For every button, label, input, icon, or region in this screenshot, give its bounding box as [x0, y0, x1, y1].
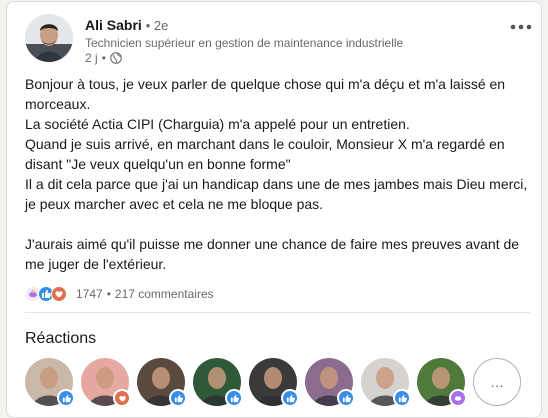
thumbs-up-icon [169, 389, 187, 407]
support-hand-icon [449, 389, 467, 407]
reactor-avatar[interactable] [305, 358, 355, 407]
reactions-title: Réactions [25, 330, 97, 347]
reactor-avatar[interactable] [81, 358, 131, 407]
post-paragraph: La société Actia CIPI (Charguia) m'a app… [25, 116, 410, 132]
thumbs-up-icon [281, 389, 299, 407]
section-divider [25, 312, 530, 313]
reactor-avatar[interactable] [249, 358, 299, 407]
thumbs-up-icon [57, 389, 75, 407]
heart-icon [113, 389, 131, 407]
author-name-text[interactable]: Ali Sabri [85, 17, 142, 33]
author-headline: Technicien supérieur en gestion de maint… [85, 36, 404, 50]
thumbs-up-icon [393, 389, 411, 407]
thumbs-up-icon [337, 389, 355, 407]
ellipsis-icon [510, 17, 532, 35]
post-card: Ali Sabri • 2e Technicien supérieur en g… [6, 1, 542, 418]
reactor-avatar[interactable] [137, 358, 187, 407]
author-name[interactable]: Ali Sabri • 2e [85, 17, 168, 33]
reactor-avatar[interactable] [25, 358, 75, 407]
post-paragraph: Quand je suis arrivé, en marchant dans l… [25, 136, 505, 172]
more-options-button[interactable] [507, 16, 535, 36]
post-meta: 2 j • [85, 51, 122, 65]
reactions-count[interactable]: 1747 [76, 287, 103, 301]
comments-count[interactable]: 217 commentaires [115, 287, 214, 301]
post-paragraph: Il a dit cela parce que j'ai un handicap… [25, 176, 528, 212]
reactor-avatar[interactable] [193, 358, 243, 407]
meta-separator: • [101, 51, 106, 65]
reactor-avatar[interactable] [361, 358, 411, 407]
post-paragraph: J'aurais aimé qu'il puisse me donner une… [25, 236, 520, 272]
globe-icon [110, 52, 122, 64]
heart-icon [51, 286, 67, 302]
thumbs-up-icon [225, 389, 243, 407]
reactors-list: … [25, 358, 535, 408]
author-avatar[interactable] [25, 14, 73, 62]
social-counts: 1747 • 217 commentaires [25, 285, 214, 303]
post-header: Ali Sabri • 2e Technicien supérieur en g… [25, 14, 535, 66]
more-reactors-button[interactable]: … [473, 358, 521, 406]
post-paragraph: Bonjour à tous, je veux parler de quelqu… [25, 76, 506, 112]
connection-degree: • 2e [145, 18, 169, 33]
post-time: 2 j [85, 51, 98, 65]
reactor-avatar[interactable] [417, 358, 467, 407]
post-body: Bonjour à tous, je veux parler de quelqu… [25, 74, 530, 274]
counts-separator: • [106, 287, 111, 301]
reaction-icons[interactable] [25, 286, 67, 302]
